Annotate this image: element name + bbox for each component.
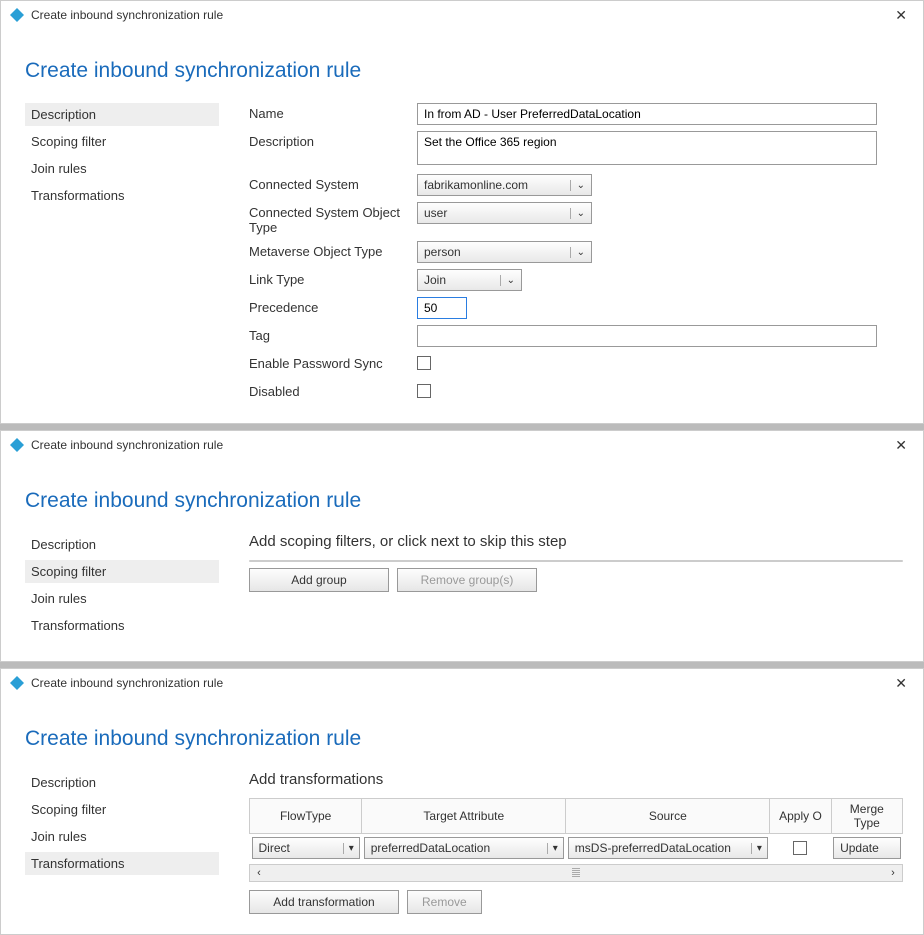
label-enable-pw-sync: Enable Password Sync bbox=[249, 353, 417, 371]
side-nav: Description Scoping filter Join rules Tr… bbox=[25, 103, 219, 403]
apply-once-checkbox[interactable] bbox=[793, 841, 807, 855]
transformations-area: Add transformations FlowType Target Attr… bbox=[219, 771, 903, 914]
nav-transformations[interactable]: Transformations bbox=[25, 614, 219, 637]
label-name: Name bbox=[249, 103, 417, 121]
flowtype-dropdown[interactable]: Direct ▾ bbox=[252, 837, 360, 859]
chevron-down-icon: ⌄ bbox=[570, 208, 591, 219]
window-title: Create inbound synchronization rule bbox=[31, 438, 223, 452]
flowtype-value: Direct bbox=[259, 841, 290, 855]
header-flowtype: FlowType bbox=[250, 799, 362, 834]
window-scoping-step: Create inbound synchronization rule ✕ Cr… bbox=[0, 430, 924, 662]
window-transformations-step: Create inbound synchronization rule ✕ Cr… bbox=[0, 668, 924, 935]
remove-button[interactable]: Remove bbox=[407, 890, 482, 914]
close-icon[interactable]: ✕ bbox=[887, 5, 915, 26]
scroll-left-icon[interactable]: ‹ bbox=[250, 867, 268, 879]
titlebar: Create inbound synchronization rule ✕ bbox=[1, 431, 923, 459]
label-precedence: Precedence bbox=[249, 297, 417, 315]
name-input[interactable] bbox=[417, 103, 877, 125]
connected-system-value: fabrikamonline.com bbox=[424, 178, 528, 192]
page-heading: Create inbound synchronization rule bbox=[1, 29, 923, 103]
chevron-down-icon: ▾ bbox=[343, 843, 359, 854]
scroll-track[interactable]: 𝄚 bbox=[268, 868, 884, 879]
window-title: Create inbound synchronization rule bbox=[31, 8, 223, 22]
link-type-value: Join bbox=[424, 273, 446, 287]
chevron-down-icon: ⌄ bbox=[570, 180, 591, 191]
chevron-down-icon: ▾ bbox=[547, 843, 563, 854]
close-icon[interactable]: ✕ bbox=[887, 435, 915, 456]
disabled-checkbox[interactable] bbox=[417, 384, 431, 398]
cs-object-type-value: user bbox=[424, 206, 447, 220]
table-header-row: FlowType Target Attribute Source Apply O… bbox=[250, 799, 903, 834]
window-title: Create inbound synchronization rule bbox=[31, 676, 223, 690]
chevron-down-icon: ▾ bbox=[751, 843, 767, 854]
precedence-input[interactable] bbox=[417, 297, 467, 319]
header-source: Source bbox=[566, 799, 770, 834]
app-icon bbox=[9, 675, 25, 691]
scoping-heading: Add scoping filters, or click next to sk… bbox=[249, 533, 903, 550]
nav-join-rules[interactable]: Join rules bbox=[25, 157, 219, 180]
side-nav: Description Scoping filter Join rules Tr… bbox=[25, 533, 219, 641]
nav-description[interactable]: Description bbox=[25, 103, 219, 126]
chevron-down-icon: ⌄ bbox=[500, 275, 521, 286]
mv-object-type-dropdown[interactable]: person ⌄ bbox=[417, 241, 592, 263]
nav-scoping-filter[interactable]: Scoping filter bbox=[25, 798, 219, 821]
form-area: Name Description Set the Office 365 regi… bbox=[219, 103, 903, 403]
target-attribute-value: preferredDataLocation bbox=[371, 841, 490, 855]
mv-object-type-value: person bbox=[424, 245, 461, 259]
nav-scoping-filter[interactable]: Scoping filter bbox=[25, 130, 219, 153]
page-heading: Create inbound synchronization rule bbox=[1, 697, 923, 771]
label-disabled: Disabled bbox=[249, 381, 417, 399]
header-merge: Merge Type bbox=[831, 799, 902, 834]
label-link-type: Link Type bbox=[249, 269, 417, 287]
close-icon[interactable]: ✕ bbox=[887, 673, 915, 694]
header-apply: Apply O bbox=[770, 799, 831, 834]
nav-join-rules[interactable]: Join rules bbox=[25, 587, 219, 610]
label-description: Description bbox=[249, 131, 417, 149]
cs-object-type-dropdown[interactable]: user ⌄ bbox=[417, 202, 592, 224]
merge-type-value: Update bbox=[840, 841, 879, 855]
horizontal-scrollbar[interactable]: ‹ 𝄚 › bbox=[249, 864, 903, 882]
remove-groups-button[interactable]: Remove group(s) bbox=[397, 568, 537, 592]
transformations-table: FlowType Target Attribute Source Apply O… bbox=[249, 798, 903, 862]
add-group-button[interactable]: Add group bbox=[249, 568, 389, 592]
label-connected-system: Connected System bbox=[249, 174, 417, 192]
tag-input[interactable] bbox=[417, 325, 877, 347]
chevron-down-icon: ⌄ bbox=[570, 247, 591, 258]
nav-description[interactable]: Description bbox=[25, 771, 219, 794]
nav-transformations[interactable]: Transformations bbox=[25, 184, 219, 207]
app-icon bbox=[9, 7, 25, 23]
enable-pw-sync-checkbox[interactable] bbox=[417, 356, 431, 370]
target-attribute-dropdown[interactable]: preferredDataLocation ▾ bbox=[364, 837, 564, 859]
nav-description[interactable]: Description bbox=[25, 533, 219, 556]
app-icon bbox=[9, 437, 25, 453]
label-cs-object-type: Connected System Object Type bbox=[249, 202, 417, 235]
titlebar: Create inbound synchronization rule ✕ bbox=[1, 669, 923, 697]
transformations-heading: Add transformations bbox=[249, 771, 903, 788]
description-textarea[interactable]: Set the Office 365 region bbox=[417, 131, 877, 165]
add-transformation-button[interactable]: Add transformation bbox=[249, 890, 399, 914]
side-nav: Description Scoping filter Join rules Tr… bbox=[25, 771, 219, 914]
page-heading: Create inbound synchronization rule bbox=[1, 459, 923, 533]
source-value: msDS-preferredDataLocation bbox=[575, 841, 731, 855]
scoping-area: Add scoping filters, or click next to sk… bbox=[219, 533, 903, 641]
nav-scoping-filter[interactable]: Scoping filter bbox=[25, 560, 219, 583]
empty-groove bbox=[249, 560, 903, 562]
nav-transformations[interactable]: Transformations bbox=[25, 852, 219, 875]
scroll-right-icon[interactable]: › bbox=[884, 867, 902, 879]
source-dropdown[interactable]: msDS-preferredDataLocation ▾ bbox=[568, 837, 768, 859]
nav-join-rules[interactable]: Join rules bbox=[25, 825, 219, 848]
label-mv-object-type: Metaverse Object Type bbox=[249, 241, 417, 259]
window-description-step: Create inbound synchronization rule ✕ Cr… bbox=[0, 0, 924, 424]
link-type-dropdown[interactable]: Join ⌄ bbox=[417, 269, 522, 291]
connected-system-dropdown[interactable]: fabrikamonline.com ⌄ bbox=[417, 174, 592, 196]
label-tag: Tag bbox=[249, 325, 417, 343]
header-target: Target Attribute bbox=[362, 799, 566, 834]
titlebar: Create inbound synchronization rule ✕ bbox=[1, 1, 923, 29]
merge-type-dropdown[interactable]: Update bbox=[833, 837, 900, 859]
table-row: Direct ▾ preferredDataLocation ▾ bbox=[250, 834, 903, 863]
